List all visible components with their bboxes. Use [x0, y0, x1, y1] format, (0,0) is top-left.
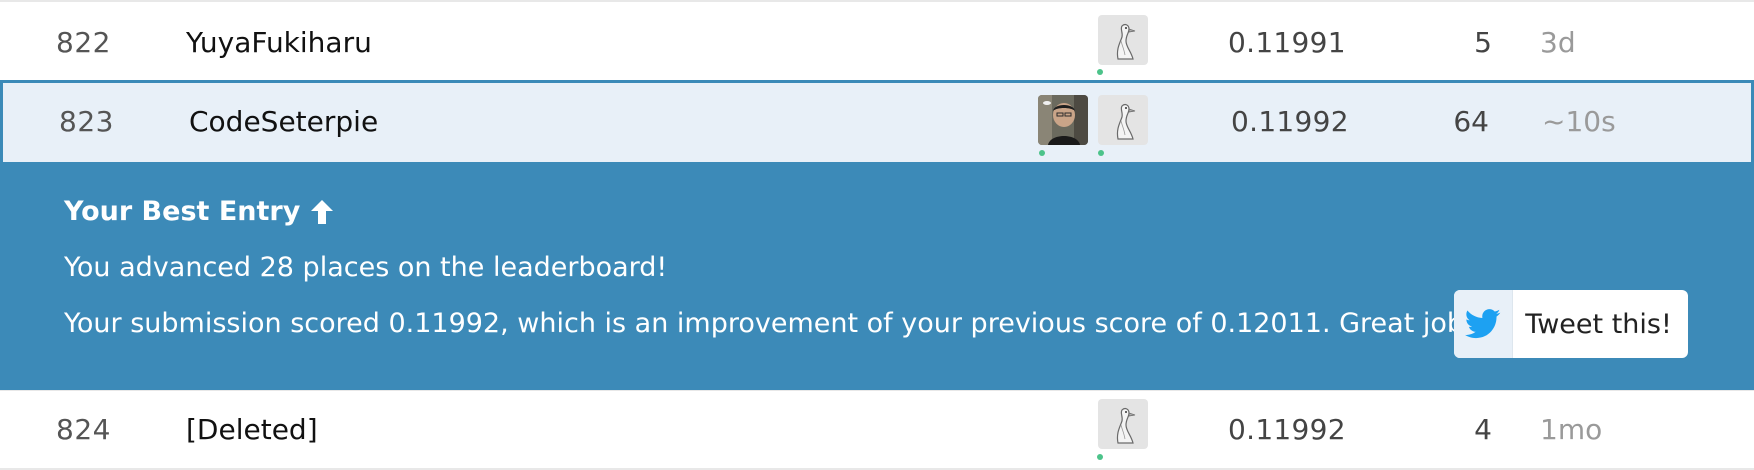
- online-status-dot: [1097, 69, 1103, 75]
- user-photo-avatar[interactable]: [1038, 95, 1088, 145]
- goose-icon: [1098, 15, 1148, 65]
- score: 0.11991: [1228, 26, 1346, 59]
- leaderboard: 822 YuyaFukiharu 0.11991 5 3d 823 CodeSe…: [0, 0, 1754, 470]
- tweet-button-label: Tweet this!: [1525, 308, 1672, 340]
- score: 0.11992: [1231, 105, 1349, 138]
- tweet-button[interactable]: Tweet this!: [1454, 290, 1688, 358]
- goose-icon: [1098, 95, 1148, 145]
- team-name[interactable]: CodeSeterpie: [189, 105, 378, 138]
- twitter-bird-icon: [1465, 309, 1501, 339]
- team-name[interactable]: YuyaFukiharu: [186, 26, 372, 59]
- rank: 824: [56, 413, 111, 446]
- best-entry-banner: Your Best Entry You advanced 28 places o…: [0, 162, 1754, 390]
- last-submission: 3d: [1540, 26, 1576, 59]
- team-name[interactable]: [Deleted]: [186, 413, 318, 446]
- goose-avatar[interactable]: [1098, 95, 1148, 145]
- entries-count: 5: [1474, 26, 1492, 59]
- entries-count: 4: [1474, 413, 1492, 446]
- leaderboard-row-current-user[interactable]: 823 CodeSeterpie 0.11992 64 ~10s: [0, 80, 1754, 162]
- online-status-dot: [1098, 150, 1104, 156]
- leaderboard-row[interactable]: 822 YuyaFukiharu 0.11991 5 3d: [0, 0, 1754, 81]
- online-status-dot: [1097, 454, 1103, 460]
- last-submission: ~10s: [1542, 105, 1616, 138]
- user-photo-icon: [1038, 95, 1088, 145]
- banner-title: Your Best Entry: [64, 196, 334, 227]
- score: 0.11992: [1228, 413, 1346, 446]
- online-status-dot: [1039, 150, 1045, 156]
- rank: 823: [59, 105, 114, 138]
- banner-score-text: Your submission scored 0.11992, which is…: [64, 308, 1475, 339]
- goose-avatar[interactable]: [1098, 15, 1148, 65]
- banner-advance-text: You advanced 28 places on the leaderboar…: [64, 252, 668, 283]
- leaderboard-row[interactable]: 824 [Deleted] 0.11992 4 1mo: [0, 390, 1754, 470]
- entries-count: 64: [1453, 105, 1489, 138]
- goose-icon: [1098, 399, 1148, 449]
- banner-title-text: Your Best Entry: [64, 196, 301, 227]
- last-submission: 1mo: [1540, 413, 1603, 446]
- arrow-up-icon: [311, 199, 334, 224]
- rank: 822: [56, 26, 111, 59]
- tweet-icon-container: [1454, 290, 1513, 358]
- goose-avatar[interactable]: [1098, 399, 1148, 449]
